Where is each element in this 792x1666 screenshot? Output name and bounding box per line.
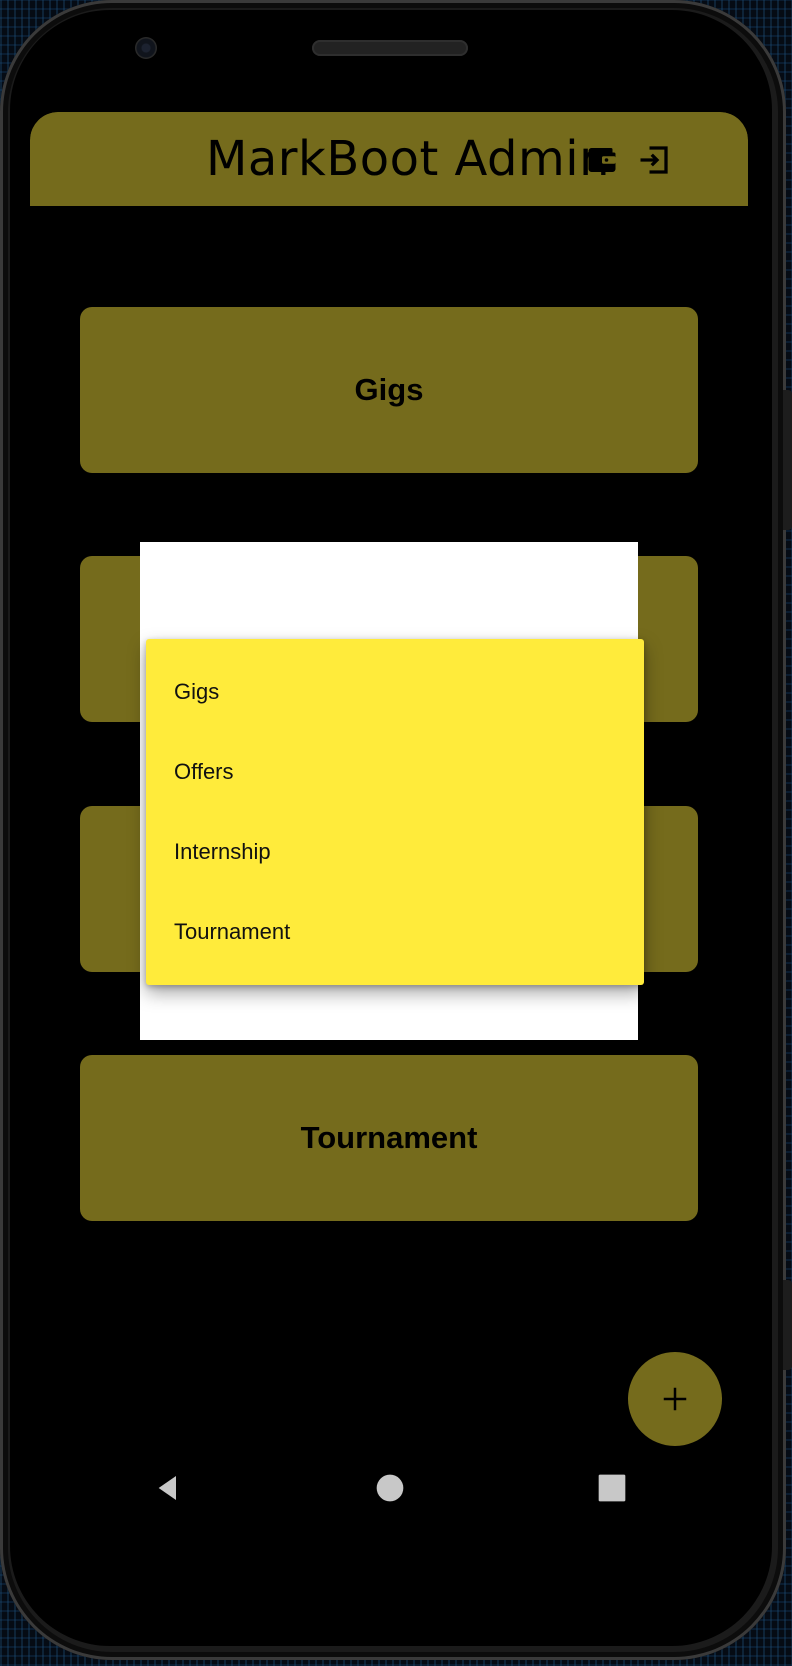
phone-frame: MarkBoot Admin Gigs Tournament Gigs Offe… (0, 0, 786, 1660)
home-circle-icon[interactable] (374, 1472, 406, 1504)
card-label: Tournament (300, 1120, 478, 1155)
category-card-gigs[interactable]: Gigs (80, 307, 698, 473)
plus-icon (663, 1387, 687, 1411)
app-title: MarkBoot Admin (205, 131, 611, 187)
menu-item-internship[interactable]: Internship (146, 812, 644, 892)
app-screen: MarkBoot Admin Gigs Tournament Gigs Offe… (30, 112, 748, 1524)
front-camera (135, 37, 157, 59)
add-button[interactable] (628, 1352, 722, 1446)
menu-item-tournament[interactable]: Tournament (146, 892, 644, 972)
category-dropdown-menu: Gigs Offers Internship Tournament (146, 639, 644, 985)
system-navigation-bar (30, 1452, 748, 1524)
logout-icon[interactable] (636, 142, 672, 178)
recents-square-icon[interactable] (596, 1472, 628, 1504)
card-label: Gigs (354, 372, 424, 407)
wallet-icon[interactable] (584, 142, 620, 178)
earpiece-speaker (312, 40, 468, 56)
menu-item-offers[interactable]: Offers (146, 732, 644, 812)
menu-item-gigs[interactable]: Gigs (146, 652, 644, 732)
back-triangle-icon[interactable] (152, 1472, 184, 1504)
category-card-tournament[interactable]: Tournament (80, 1055, 698, 1221)
app-bar: MarkBoot Admin (30, 112, 748, 206)
phone-side-button (783, 390, 792, 530)
phone-side-button (783, 1280, 792, 1370)
